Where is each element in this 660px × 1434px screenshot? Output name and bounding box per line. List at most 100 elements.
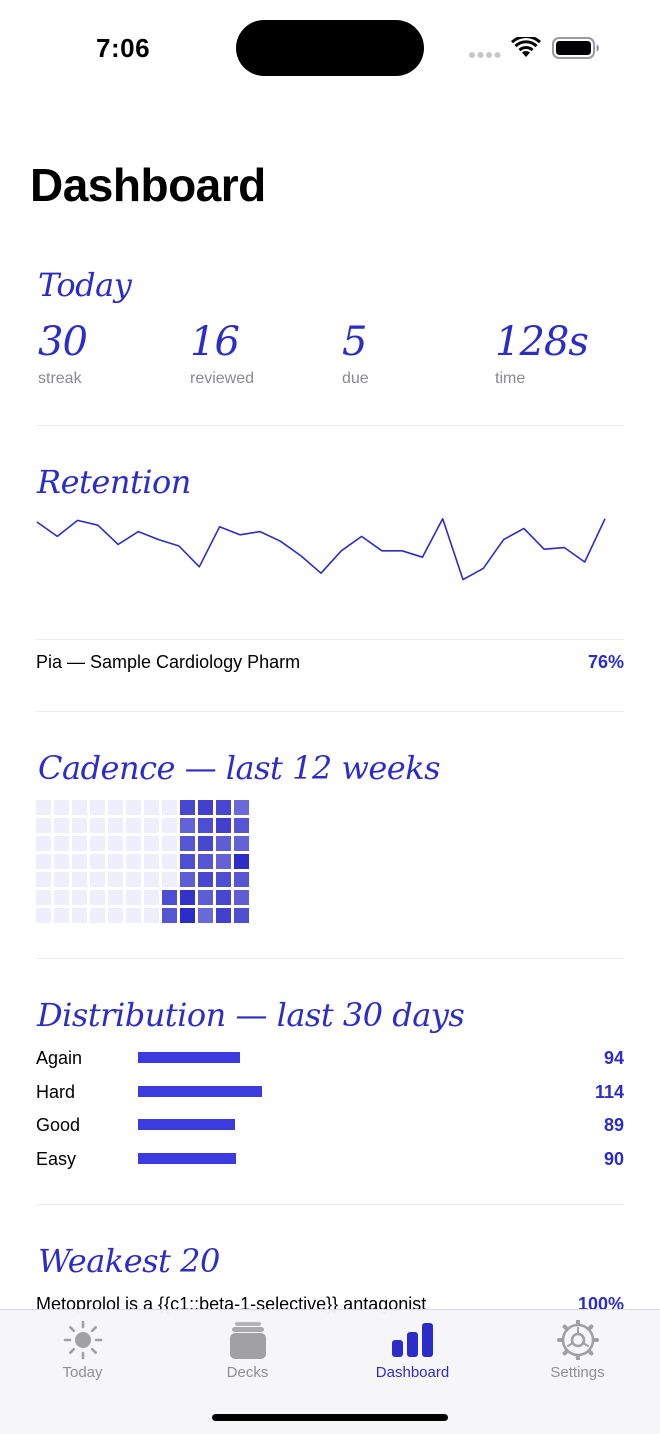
heatmap-cell [144,854,159,869]
time-stat: 128s time [495,318,589,388]
distribution-row-again: Again 94 [36,1046,624,1074]
distribution-bar [138,1086,262,1097]
home-indicator [212,1414,448,1421]
retention-series-line [36,518,606,581]
heatmap-cell [36,890,51,905]
distribution-bar [138,1052,241,1063]
heatmap-cell [54,818,69,833]
heatmap-cell [126,836,141,851]
heatmap-cell [162,872,177,887]
heatmap-cell [198,890,213,905]
page-title: Dashboard [30,159,266,211]
distribution-count: 94 [603,1048,624,1068]
heatmap-cell [144,890,159,905]
heatmap-cell [108,818,123,833]
heatmap-cell [126,800,141,815]
heatmap-cell [216,890,231,905]
heatmap-cell [234,818,249,833]
tab-today[interactable]: Today [0,1310,165,1400]
heatmap-cell [72,836,87,851]
heatmap-cell [180,836,195,851]
heatmap-cell [90,908,105,923]
heatmap-cell [216,836,231,851]
heatmap-cell [144,800,159,815]
tab-label: Today [62,1364,103,1381]
heatmap-cell [234,800,249,815]
heatmap-cell [90,818,105,833]
heatmap-cell [36,908,51,923]
heatmap-cell [180,890,195,905]
distribution-row-easy: Easy 90 [36,1147,624,1175]
heatmap-cell [234,872,249,887]
distribution-label: Good [36,1115,81,1135]
heatmap-cell [234,908,249,923]
section-divider [36,425,624,426]
heatmap-cell [144,872,159,887]
cadence-heading: Cadence — last 12 weeks [38,749,441,787]
reviewed-value: 16 [190,319,240,365]
distribution-label: Again [36,1048,83,1068]
distribution-row-good: Good 89 [36,1113,624,1141]
heatmap-cell [54,908,69,923]
heatmap-cell [72,908,87,923]
heatmap-cell [36,872,51,887]
heatmap-cell [108,908,123,923]
heatmap-cell [126,854,141,869]
heatmap-cell [162,818,177,833]
heatmap-cell [198,872,213,887]
distribution-count: 90 [603,1149,624,1169]
heatmap-cell [72,854,87,869]
deck-retention-row[interactable]: Pia — Sample Cardiology Pharm 76% [36,652,624,678]
tab-dashboard[interactable]: Dashboard [330,1310,495,1400]
heatmap-cell [162,854,177,869]
tab-settings[interactable]: Settings [495,1310,660,1400]
distribution-bar [138,1153,236,1164]
time-value: 128s [495,319,589,365]
section-divider [36,639,624,640]
section-divider [36,1204,624,1205]
weakest-heading: Weakest 20 [38,1242,220,1280]
streak-stat: 30 streak [38,318,88,388]
due-stat: 5 due [342,318,369,388]
heatmap-cell [162,890,177,905]
heatmap-cell [90,836,105,851]
heatmap-cell [234,890,249,905]
heatmap-cell [126,908,141,923]
heatmap-cell [234,854,249,869]
heatmap-cell [180,800,195,815]
heatmap-cell [180,818,195,833]
distribution-heading: Distribution — last 30 days [37,996,465,1034]
heatmap-cell [54,872,69,887]
heatmap-cell [108,800,123,815]
status-time: 7:06 [96,33,151,63]
section-divider [36,711,624,712]
heatmap-cell [72,872,87,887]
wifi-icon [511,37,541,57]
bar-chart-icon [392,1323,433,1357]
streak-value: 30 [38,319,88,365]
heatmap-cell [216,872,231,887]
heatmap-cell [198,836,213,851]
heatmap-cell [36,818,51,833]
battery-icon [552,37,599,59]
deck-name: Pia — Sample Cardiology Pharm [36,652,301,672]
heatmap-cell [36,836,51,851]
deck-retention-percent: 76% [587,652,624,672]
heatmap-cell [180,872,195,887]
heatmap-cell [180,908,195,923]
heatmap-cell [216,908,231,923]
tab-label: Dashboard [375,1364,450,1381]
today-heading: Today [38,266,132,304]
sun-icon [63,1320,103,1360]
heatmap-cell [126,890,141,905]
heatmap-cell [198,908,213,923]
heatmap-cell [198,800,213,815]
tab-decks[interactable]: Decks [165,1310,330,1400]
heatmap-cell [216,854,231,869]
heatmap-cell [126,872,141,887]
heatmap-cell [36,854,51,869]
dynamic-island [236,20,424,76]
decks-icon [230,1322,266,1359]
heatmap-cell [144,818,159,833]
tab-label: Decks [226,1364,269,1381]
